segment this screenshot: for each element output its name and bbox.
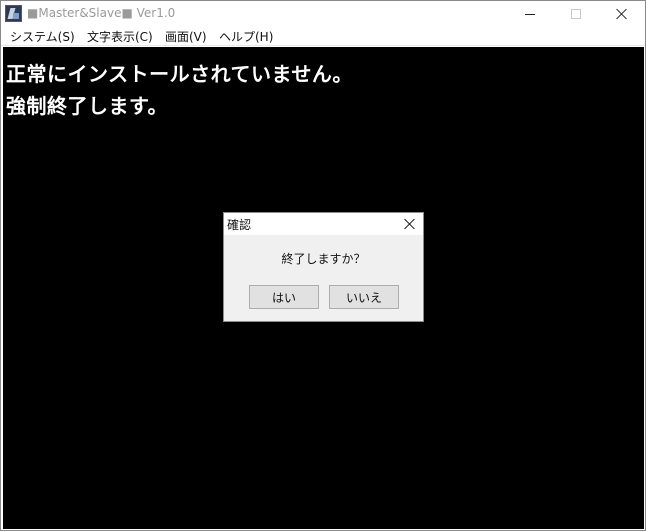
minimize-icon xyxy=(525,13,535,15)
dialog-title: 確認 xyxy=(227,218,252,232)
menu-help[interactable]: ヘルプ(H) xyxy=(218,28,274,45)
close-button[interactable] xyxy=(599,1,645,27)
close-icon xyxy=(404,218,416,230)
dialog-title-bar[interactable]: 確認 xyxy=(224,213,423,235)
no-button[interactable]: いいえ xyxy=(329,285,399,309)
maximize-icon xyxy=(571,9,581,19)
app-window: ■Master&Slave■ Ver1.0 システム(S) 文字表示(C) 画面… xyxy=(0,0,646,531)
menu-bar: システム(S) 文字表示(C) 画面(V) ヘルプ(H) xyxy=(1,27,645,46)
maximize-button[interactable] xyxy=(553,1,599,27)
yes-button[interactable]: はい xyxy=(249,285,319,309)
window-title: ■Master&Slave■ Ver1.0 xyxy=(27,6,176,20)
menu-screen[interactable]: 画面(V) xyxy=(164,28,208,45)
dialog-message: 終了しますか？ xyxy=(281,252,366,266)
close-icon xyxy=(616,8,628,20)
app-icon[interactable] xyxy=(5,5,22,22)
title-bar[interactable]: ■Master&Slave■ Ver1.0 xyxy=(1,1,645,27)
error-message-line-2: 強制終了します。 xyxy=(6,94,168,118)
error-message-line-1: 正常にインストールされていません。 xyxy=(6,62,353,86)
minimize-button[interactable] xyxy=(507,1,553,27)
dialog-close-button[interactable] xyxy=(399,215,421,233)
confirm-dialog: 確認 終了しますか？ はい いいえ xyxy=(223,212,424,322)
menu-text-display[interactable]: 文字表示(C) xyxy=(86,28,154,45)
menu-system[interactable]: システム(S) xyxy=(9,28,76,45)
